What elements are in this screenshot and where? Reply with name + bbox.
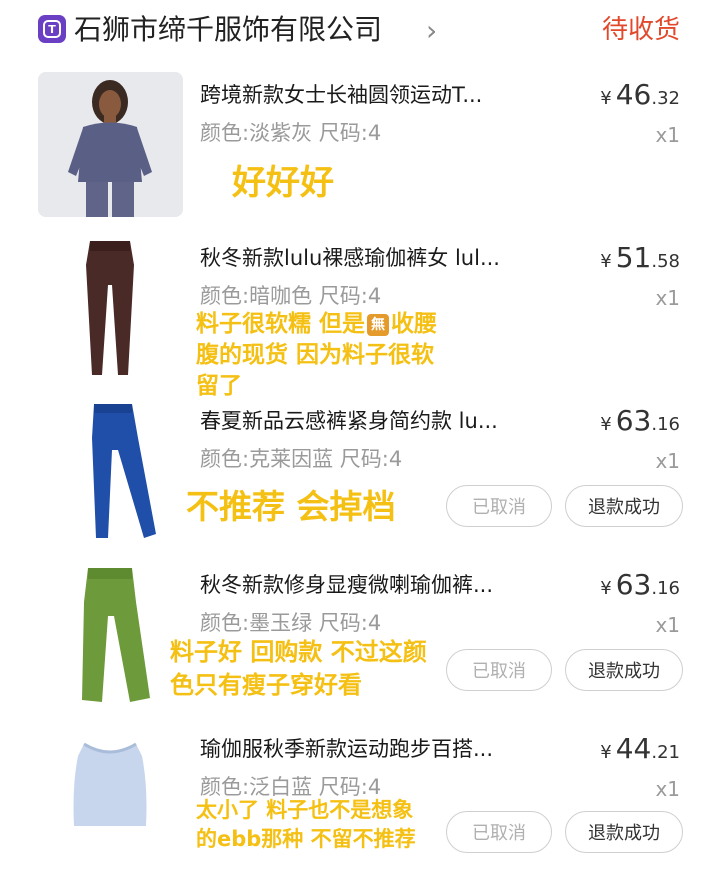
- product-quantity: x1: [655, 777, 680, 801]
- product-title[interactable]: 跨境新款女士长袖圆领运动T...: [200, 78, 565, 112]
- cancelled-button[interactable]: 已取消: [446, 485, 552, 527]
- product-quantity: x1: [655, 613, 680, 637]
- price-decimal: .32: [651, 88, 680, 109]
- order-item[interactable]: 秋冬新款lulu裸感瑜伽裤女 lul... 颜色:暗咖色 尺码:4 ¥51.58…: [0, 235, 720, 399]
- price-integer: 46: [615, 78, 652, 111]
- product-quantity: x1: [655, 449, 680, 473]
- order-item[interactable]: 瑜伽服秋季新款运动跑步百搭... 颜色:泛白蓝 尺码:4 ¥44.21 x1 太…: [0, 726, 720, 889]
- note-line: 的ebb那种 不留不推荐: [196, 827, 416, 851]
- product-image-crop-top[interactable]: [38, 726, 183, 871]
- cancelled-button[interactable]: 已取消: [446, 811, 552, 853]
- product-price: ¥51.58: [600, 239, 680, 281]
- price-integer: 51: [615, 241, 652, 274]
- note-line: 太小了 料子也不是想象: [196, 798, 414, 822]
- product-spec: 颜色:淡紫灰 尺码:4: [200, 121, 382, 145]
- product-spec: 颜色:克莱因蓝 尺码:4: [200, 447, 403, 471]
- note-line: 好好好: [232, 163, 334, 203]
- product-spec: 颜色:墨玉绿 尺码:4: [200, 611, 382, 635]
- product-title[interactable]: 瑜伽服秋季新款运动跑步百搭...: [200, 732, 565, 766]
- note-line: 不推荐 会掉档: [186, 487, 396, 526]
- refund-success-button[interactable]: 退款成功: [565, 649, 683, 691]
- price-decimal: .58: [651, 251, 680, 272]
- product-quantity: x1: [655, 286, 680, 310]
- product-price: ¥63.16: [600, 402, 680, 444]
- note-line: 收腰: [391, 311, 438, 337]
- price-currency: ¥: [600, 251, 612, 272]
- note-line: 色只有瘦子穿好看: [170, 671, 362, 699]
- price-currency: ¥: [600, 88, 612, 109]
- price-integer: 44: [615, 732, 652, 765]
- note-line: 腹的现货 因为料子很软: [196, 342, 435, 368]
- order-item[interactable]: 秋冬新款修身显瘦微喇瑜伽裤... 颜色:墨玉绿 尺码:4 ¥63.16 x1 料…: [0, 562, 720, 725]
- chevron-right-icon[interactable]: ›: [426, 14, 437, 48]
- price-decimal: .16: [651, 578, 680, 599]
- order-item[interactable]: 跨境新款女士长袖圆领运动T... 颜色:淡紫灰 尺码:4 ¥46.32 x1 好…: [0, 72, 720, 235]
- handwritten-note: 太小了 料子也不是想象 的ebb那种 不留不推荐: [196, 796, 416, 854]
- refund-success-button[interactable]: 退款成功: [565, 485, 683, 527]
- handwritten-note: 不推荐 会掉档: [186, 486, 396, 527]
- price-integer: 63: [615, 568, 652, 601]
- price-currency: ¥: [600, 414, 612, 435]
- price-currency: ¥: [600, 578, 612, 599]
- product-image-flare-pants-green[interactable]: [38, 562, 183, 707]
- note-line: 料子很软糯 但是: [196, 311, 366, 337]
- price-decimal: .21: [651, 742, 680, 763]
- order-item[interactable]: 春夏新品云感裤紧身简约款 lu... 颜色:克莱因蓝 尺码:4 ¥63.16 x…: [0, 398, 720, 561]
- price-decimal: .16: [651, 414, 680, 435]
- product-image-leggings-brown[interactable]: [38, 235, 183, 380]
- price-integer: 63: [615, 404, 652, 437]
- note-line: 料子好 回购款 不过这颜: [170, 638, 427, 666]
- product-image-leggings-blue[interactable]: [38, 398, 183, 543]
- cancelled-button[interactable]: 已取消: [446, 649, 552, 691]
- product-image-longsleeve[interactable]: [38, 72, 183, 217]
- product-spec: 颜色:暗咖色 尺码:4: [200, 284, 382, 308]
- emoji-badge: 無: [367, 314, 390, 336]
- product-title[interactable]: 秋冬新款修身显瘦微喇瑜伽裤...: [200, 568, 565, 602]
- shop-logo-icon: T: [38, 15, 66, 43]
- handwritten-note: 料子很软糯 但是無收腰 腹的现货 因为料子很软 留了: [196, 309, 437, 402]
- shop-name-link[interactable]: 石狮市缔千服饰有限公司: [74, 12, 382, 48]
- product-title[interactable]: 秋冬新款lulu裸感瑜伽裤女 lul...: [200, 241, 565, 275]
- handwritten-note: 料子好 回购款 不过这颜 色只有瘦子穿好看: [170, 636, 427, 702]
- shop-logo-letter: T: [43, 20, 61, 38]
- refund-success-button[interactable]: 退款成功: [565, 811, 683, 853]
- order-status: 待收货: [601, 15, 680, 45]
- price-currency: ¥: [600, 742, 612, 763]
- product-price: ¥63.16: [600, 566, 680, 608]
- product-title[interactable]: 春夏新品云感裤紧身简约款 lu...: [200, 404, 565, 438]
- product-quantity: x1: [655, 123, 680, 147]
- product-price: ¥44.21: [600, 730, 680, 772]
- handwritten-note: 好好好: [232, 162, 334, 205]
- product-price: ¥46.32: [600, 76, 680, 118]
